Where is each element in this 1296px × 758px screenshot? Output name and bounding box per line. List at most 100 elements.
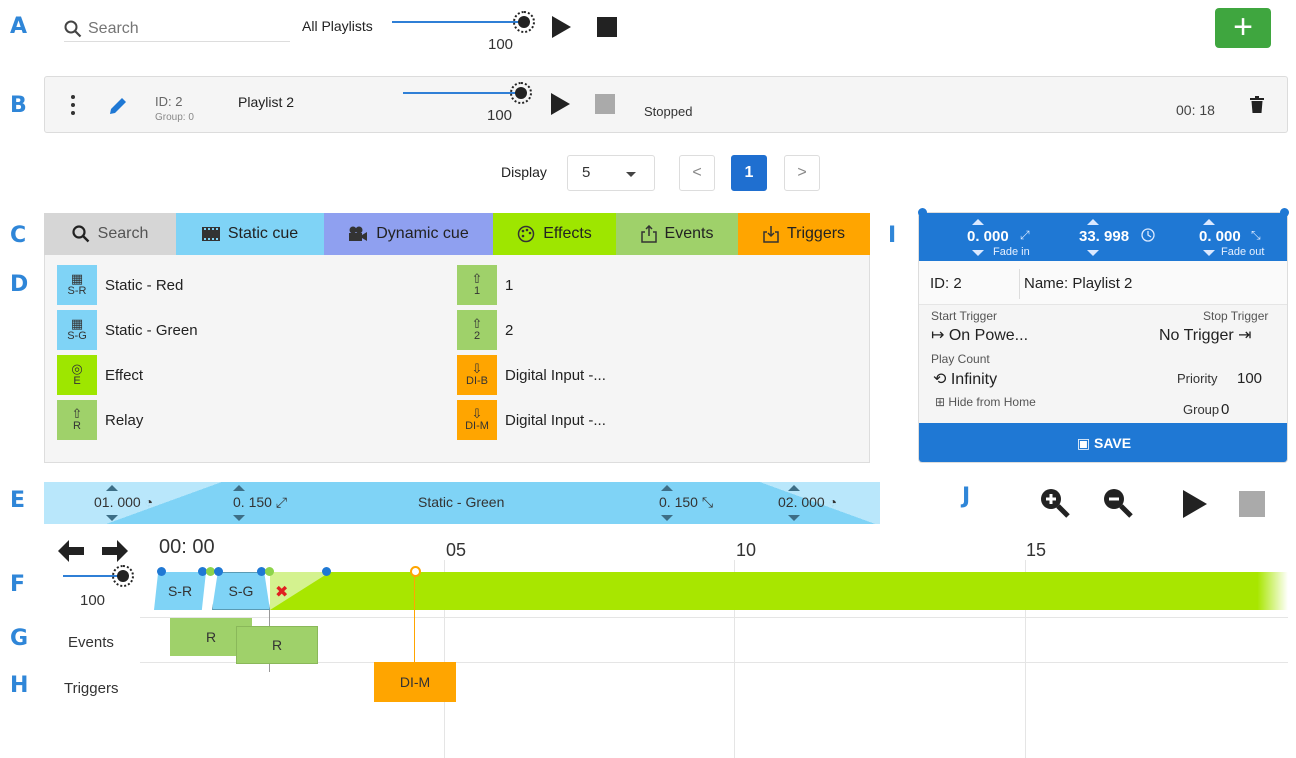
cue-clip-s-r[interactable]: S-R [154, 572, 206, 610]
section-letter-a: A [10, 14, 28, 39]
library-item-event-2[interactable]: ⇧ 2 2 [457, 310, 513, 350]
trash-icon[interactable] [1250, 96, 1264, 114]
page-1-button[interactable]: 1 [731, 155, 767, 191]
delay-out-increase[interactable] [788, 485, 800, 491]
priority-value[interactable]: 100 [1237, 370, 1262, 387]
library-item-digital-input-b[interactable]: ⇩ DI-B Digital Input -... [457, 355, 606, 395]
panel-resize-handle-left[interactable] [918, 208, 927, 217]
add-playlist-button[interactable]: + [1215, 8, 1271, 48]
tab-dynamic-cue[interactable]: Dynamic cue [324, 213, 493, 255]
timeline-stop-icon[interactable] [1239, 491, 1265, 517]
library-item-event-1[interactable]: ⇧ 1 1 [457, 265, 513, 305]
timeline-volume-slider[interactable] [63, 565, 134, 587]
cue-delay-in[interactable]: 01. 000 ◔ [94, 494, 153, 510]
delay-in-decrease[interactable] [106, 515, 118, 521]
tab-events[interactable]: Events [616, 213, 738, 255]
fade-out-decrease[interactable] [661, 515, 673, 521]
duration-increase[interactable] [1087, 219, 1099, 225]
share-out-icon: ⇧ [471, 271, 483, 286]
playlist-play-icon[interactable] [551, 93, 570, 115]
tick-15: 15 [1026, 540, 1047, 560]
timeline-play-icon[interactable] [1183, 490, 1207, 518]
film-strip-icon [201, 227, 220, 241]
playlist-row[interactable]: ID: 2 Group: 0 Playlist 2 100 Stopped 00… [44, 76, 1288, 133]
static-cue-badge: ▦ S-G [57, 310, 97, 350]
cue-fade-out[interactable]: 0. 150 ⤡ [659, 494, 713, 511]
playlist-search[interactable] [64, 16, 290, 42]
library-item-effect[interactable]: ◎ E Effect [57, 355, 143, 395]
panel-name[interactable]: Name: Playlist 2 [1024, 275, 1132, 292]
fade-in-label: Fade in [993, 246, 1030, 258]
playlist-volume-slider[interactable] [403, 82, 532, 104]
tab-triggers[interactable]: Triggers [738, 213, 870, 255]
fade-out-decrease[interactable] [1203, 250, 1215, 256]
arrow-right-icon[interactable] [102, 540, 128, 562]
trigger-clip-di-m[interactable]: DI-M [374, 662, 456, 702]
play-all-icon[interactable] [552, 16, 571, 38]
fade-in-value[interactable]: 0. 000 [967, 228, 1009, 245]
playlist-stop-icon[interactable] [595, 94, 615, 114]
next-page-button[interactable]: > [784, 155, 820, 191]
library-panel: ▦ S-R Static - Red ▦ S-G Static - Green ◎ E… [44, 255, 870, 463]
cue-clip-s-g[interactable]: S-G [212, 572, 270, 610]
tab-effects[interactable]: Effects [493, 213, 616, 255]
zoom-in-icon[interactable] [1038, 486, 1072, 520]
delete-clip-icon[interactable]: ✖ [275, 582, 288, 602]
cue-delay-out[interactable]: 02. 000 ◔ [778, 494, 837, 510]
slider-knob[interactable] [515, 87, 527, 99]
drag-handle-icon[interactable] [71, 95, 75, 119]
slider-knob[interactable] [117, 570, 129, 582]
zoom-out-icon[interactable] [1101, 486, 1135, 520]
divider [1019, 269, 1020, 299]
tab-static-cue[interactable]: Static cue [176, 213, 324, 255]
clip-handle[interactable] [214, 567, 223, 576]
panel-resize-handle-right[interactable] [1280, 208, 1289, 217]
delay-in-increase[interactable] [106, 485, 118, 491]
fade-in-decrease[interactable] [233, 515, 245, 521]
timer-icon: ◔ [828, 494, 838, 510]
stop-all-icon[interactable] [597, 17, 617, 37]
prev-page-button[interactable]: < [679, 155, 715, 191]
save-button[interactable]: ▣ SAVE [919, 423, 1287, 462]
fade-in-increase[interactable] [972, 219, 984, 225]
playlist-name: Playlist 2 [238, 94, 295, 110]
share-out-icon: ⇧ [71, 406, 83, 421]
timeline-volume-value: 100 [80, 592, 106, 609]
duration-decrease[interactable] [1087, 250, 1099, 256]
fade-out-increase[interactable] [661, 485, 673, 491]
film-strip-icon: ▦ [70, 271, 84, 286]
cue-name: Static - Green [418, 494, 505, 510]
page-size-select[interactable]: 5 [567, 155, 655, 191]
fade-in-icon: ⤢ [1020, 228, 1030, 242]
trigger-marker[interactable] [410, 566, 421, 577]
duration-value[interactable]: 33. 998 [1079, 228, 1129, 245]
library-item-digital-input-m[interactable]: ⇩ DI-M Digital Input -... [457, 400, 606, 440]
fade-out-increase[interactable] [1203, 219, 1215, 225]
edit-pencil-icon[interactable] [107, 95, 129, 117]
stop-trigger-select[interactable]: No Trigger ⇥ [1159, 325, 1252, 345]
fade-in-decrease[interactable] [972, 250, 984, 256]
effect-clip[interactable] [270, 572, 1288, 610]
hide-from-home-toggle[interactable]: ⊞ Hide from Home [935, 395, 1036, 409]
library-item-static-red[interactable]: ▦ S-R Static - Red [57, 265, 183, 305]
delay-out-decrease[interactable] [788, 515, 800, 521]
slider-knob[interactable] [518, 16, 530, 28]
clip-handle[interactable] [265, 567, 274, 576]
fade-in-increase[interactable] [233, 485, 245, 491]
clip-handle[interactable] [322, 567, 331, 576]
group-value[interactable]: 0 [1221, 401, 1229, 418]
selected-cue-bar[interactable]: 01. 000 ◔ 0. 150 ⤢ Static - Green 0. 150… [44, 482, 880, 524]
arrow-left-icon[interactable] [58, 540, 84, 562]
clip-handle[interactable] [157, 567, 166, 576]
cue-fade-in[interactable]: 0. 150 ⤢ [233, 494, 287, 511]
master-volume-slider[interactable] [392, 11, 535, 33]
event-clip-r-2[interactable]: R [236, 626, 318, 664]
fade-out-label: Fade out [1221, 246, 1265, 258]
search-input[interactable] [88, 19, 278, 38]
start-trigger-select[interactable]: ↦ On Powe... [931, 325, 1028, 345]
library-item-relay[interactable]: ⇧ R Relay [57, 400, 143, 440]
tab-search[interactable]: Search [44, 213, 176, 255]
play-count-select[interactable]: ⟲ Infinity [933, 369, 997, 389]
fade-out-value[interactable]: 0. 000 [1199, 228, 1241, 245]
library-item-static-green[interactable]: ▦ S-G Static - Green [57, 310, 198, 350]
